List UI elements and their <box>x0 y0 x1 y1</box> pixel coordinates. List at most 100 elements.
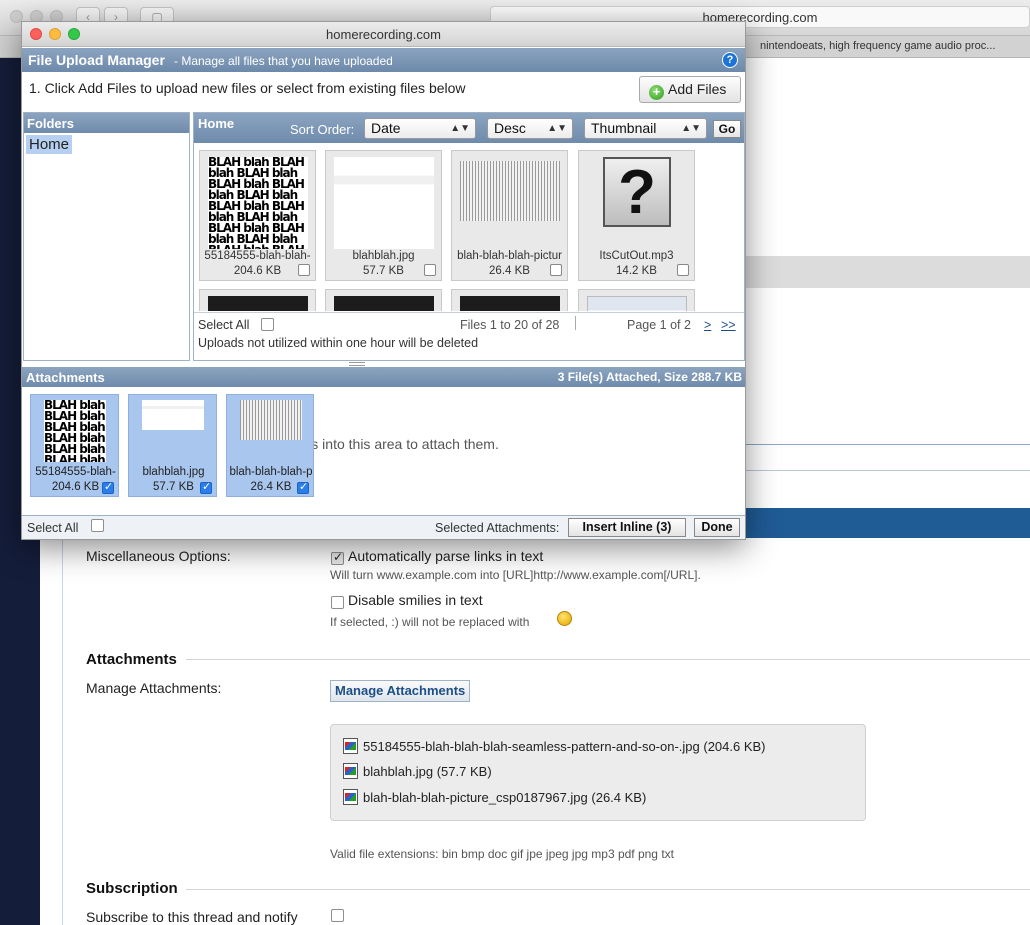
attached-file-item[interactable]: blah-blah-blah-picture_csp0187967.jpg (2… <box>343 789 646 807</box>
page-info: Page 1 of 2 <box>627 318 691 332</box>
file-tile[interactable]: blahblah.jpg 57.7 KB <box>325 150 442 281</box>
subscribe-label: Subscribe to this thread and notify <box>86 909 298 925</box>
next-page-link[interactable]: > <box>704 318 711 332</box>
misc-options-label: Miscellaneous Options: <box>86 548 231 564</box>
attachment-checkbox[interactable] <box>200 480 212 494</box>
attachment-name: blahblah.jpg <box>142 466 205 478</box>
current-folder-label: Home <box>198 116 235 131</box>
uploads-expiry-note: Uploads not utilized within one hour wil… <box>198 336 479 350</box>
file-select-checkbox[interactable] <box>424 264 436 276</box>
attachment-tile[interactable]: BLAH blah BLAH blah BLAH blah BLAH blah … <box>30 394 119 497</box>
attached-file-name: 55184555-blah-blah-blah-seamless-pattern… <box>363 739 766 754</box>
upload-manager-subtitle: - Manage all files that you have uploade… <box>174 54 393 68</box>
upload-manager-title: File Upload Manager <box>28 52 165 68</box>
attached-file-item[interactable]: 55184555-blah-blah-blah-seamless-pattern… <box>343 738 766 756</box>
last-page-link[interactable]: >> <box>721 318 736 332</box>
file-tile[interactable] <box>199 289 316 311</box>
blah-perspective-thumbnail <box>460 161 560 221</box>
blah-strip-thumbnail <box>334 157 434 249</box>
file-upload-manager-window: homerecording.com File Upload Manager - … <box>21 21 746 540</box>
upload-manager-footer: Select All Selected Attachments: Insert … <box>22 515 745 539</box>
sort-order-label: Sort Order: <box>290 122 355 137</box>
sort-direction-select[interactable]: Desc ▲▼ <box>487 118 573 139</box>
add-files-button[interactable]: + Add Files <box>639 76 741 103</box>
subscribe-checkbox[interactable] <box>331 909 344 922</box>
folders-header: Folders <box>24 113 189 133</box>
file-select-checkbox[interactable] <box>550 264 562 276</box>
attached-files-list: 55184555-blah-blah-blah-seamless-pattern… <box>330 724 866 821</box>
folder-item-home[interactable]: Home <box>26 135 73 154</box>
page-divider <box>745 444 1030 445</box>
file-name: blahblah.jpg <box>352 250 415 262</box>
help-icon[interactable]: ? <box>722 52 738 68</box>
selected-attachments-label: Selected Attachments: <box>435 521 560 535</box>
sort-field-select[interactable]: Date ▲▼ <box>364 118 476 139</box>
select-all-files-checkbox[interactable] <box>261 318 274 331</box>
select-all-attachments-checkbox[interactable] <box>91 519 104 532</box>
browser-tab-title[interactable]: nintendoeats, high frequency game audio … <box>760 40 995 52</box>
file-name: ItsCutOut.mp3 <box>599 250 674 262</box>
screenshot-thumbnail <box>460 296 560 311</box>
attachment-tile[interactable]: blah-blah-blah-p 26.4 KB <box>226 394 314 497</box>
attached-file-item[interactable]: blahblah.jpg (57.7 KB) <box>343 763 492 781</box>
file-tile[interactable]: ? ItsCutOut.mp3 14.2 KB <box>578 150 695 281</box>
image-file-icon <box>343 763 358 779</box>
blah-perspective-thumbnail <box>240 400 302 440</box>
screenshot-thumbnail <box>587 296 687 311</box>
image-file-icon <box>343 789 358 805</box>
sort-field-value: Date <box>371 120 401 136</box>
page-blue-band <box>745 508 1030 538</box>
manage-attachments-label: Manage Attachments: <box>86 680 222 696</box>
smiley-icon <box>557 611 572 626</box>
blah-text-thumbnail: BLAH blah BLAH blah BLAH blah BLAH blah … <box>208 157 308 249</box>
pager-divider <box>575 316 576 330</box>
blah-strip-thumbnail <box>142 400 204 430</box>
file-select-checkbox[interactable] <box>298 264 310 276</box>
disable-smilies-label: Disable smilies in text <box>348 592 483 608</box>
attached-file-name: blahblah.jpg (57.7 KB) <box>363 764 492 779</box>
image-file-icon <box>343 738 358 754</box>
select-all-label: Select All <box>27 521 79 535</box>
screenshot-thumbnail <box>334 296 434 311</box>
upload-manager-header: File Upload Manager - Manage all files t… <box>22 48 745 72</box>
sort-direction-value: Desc <box>494 120 526 136</box>
files-panel: Home Sort Order: Date ▲▼ Desc ▲▼ Thumbnail… <box>193 112 745 361</box>
files-header: Home Sort Order: Date ▲▼ Desc ▲▼ Thumbnail… <box>194 113 744 143</box>
select-arrows-icon: ▲▼ <box>450 123 470 134</box>
files-count: Files 1 to 20 of 28 <box>460 318 560 332</box>
resize-handle[interactable] <box>349 362 365 366</box>
page-grey-band <box>745 256 1030 288</box>
file-tile[interactable] <box>451 289 568 311</box>
attachment-tile[interactable]: blahblah.jpg 57.7 KB <box>128 394 217 497</box>
file-tile[interactable]: blah-blah-blah-pictur 26.4 KB <box>451 150 568 281</box>
file-tile[interactable] <box>578 289 695 311</box>
page-divider <box>745 470 1030 471</box>
go-button[interactable]: Go <box>713 120 741 138</box>
select-arrows-icon: ▲▼ <box>547 123 567 134</box>
popup-titlebar: homerecording.com <box>22 22 745 47</box>
file-tile[interactable]: BLAH blah BLAH blah BLAH blah BLAH blah … <box>199 150 316 281</box>
file-select-checkbox[interactable] <box>677 264 689 276</box>
question-mark-icon: ? <box>603 157 671 227</box>
attachment-name: 55184555-blah- <box>35 466 116 478</box>
view-mode-select[interactable]: Thumbnail ▲▼ <box>584 118 707 139</box>
attachment-checkbox[interactable] <box>102 480 114 494</box>
attached-file-name: blah-blah-blah-picture_csp0187967.jpg (2… <box>363 790 647 805</box>
add-files-label: Add Files <box>668 81 727 97</box>
insert-inline-button[interactable]: Insert Inline (3) <box>568 518 686 537</box>
attachment-checkbox[interactable] <box>297 480 309 494</box>
parse-links-checkbox[interactable] <box>331 550 344 565</box>
folders-panel: Folders Home <box>23 112 190 361</box>
manage-attachments-button[interactable]: Manage Attachments <box>330 680 471 702</box>
attachments-drop-area[interactable]: g ploaded files into this area to attach… <box>22 388 745 514</box>
done-button[interactable]: Done <box>694 518 740 537</box>
disable-smilies-checkbox[interactable] <box>331 596 344 609</box>
select-all-label: Select All <box>198 318 250 332</box>
disable-smilies-hint: If selected, :) will not be replaced wit… <box>330 615 530 629</box>
select-arrows-icon: ▲▼ <box>681 123 701 134</box>
file-tile[interactable] <box>325 289 442 311</box>
file-grid: BLAH blah BLAH blah BLAH blah BLAH blah … <box>194 144 744 311</box>
valid-extensions-text: Valid file extensions: bin bmp doc gif j… <box>330 847 674 861</box>
popup-window-title: homerecording.com <box>326 27 441 42</box>
plus-icon: + <box>649 85 664 100</box>
